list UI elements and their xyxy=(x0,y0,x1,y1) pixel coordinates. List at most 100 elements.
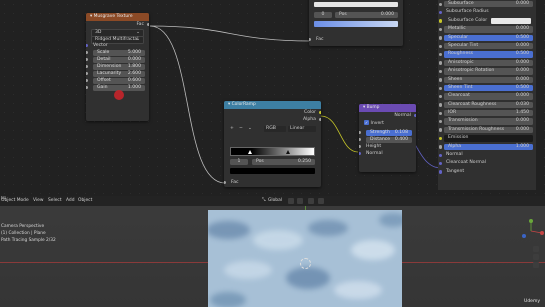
input-field[interactable]: Subsurface 0.000 xyxy=(444,1,533,8)
input-field[interactable]: Subsurface Color xyxy=(444,17,533,25)
bsdf-input-row[interactable]: Subsurface 0.000 xyxy=(438,0,536,8)
input-socket[interactable] xyxy=(439,78,443,82)
input-socket[interactable] xyxy=(86,71,88,76)
input-socket[interactable] xyxy=(439,170,443,174)
ramp-gradient-bar[interactable] xyxy=(314,21,398,27)
pan-icon[interactable] xyxy=(533,254,539,260)
stop-marker-0[interactable] xyxy=(248,150,252,154)
input-field[interactable]: IOR 1.450 xyxy=(444,110,533,117)
input-socket[interactable] xyxy=(439,61,443,65)
bsdf-input-row[interactable]: Specular Tint 0.000 xyxy=(438,42,536,50)
colorramp-node[interactable]: ▾ ColorRamp Color Alpha + − ⌄ RGB Linear… xyxy=(224,101,321,187)
bsdf-input-row[interactable]: Subsurface Color xyxy=(438,17,536,25)
bsdf-input-row[interactable]: IOR 1.450 xyxy=(438,109,536,117)
normal-output-socket[interactable] xyxy=(414,113,416,118)
principled-bsdf-panel[interactable]: Subsurface 0.000 Subsurface Radius Subsurfa… xyxy=(438,0,536,190)
musgrave-field[interactable]: Detail 0.000 xyxy=(86,56,149,63)
stop-index-field[interactable]: 1 xyxy=(230,158,248,165)
bump-field[interactable]: Strength 0.108 xyxy=(359,129,416,136)
bsdf-input-row[interactable]: Transmission Roughness 0.000 xyxy=(438,126,536,134)
input-socket[interactable] xyxy=(86,78,88,83)
stop-position-field[interactable]: Pos 0.250 xyxy=(252,158,315,165)
node-header[interactable]: ▾ Musgrave Texture xyxy=(86,13,149,21)
magnet-icon[interactable] xyxy=(308,198,314,204)
bsdf-input-row[interactable]: Emission xyxy=(438,134,536,142)
stop-color-swatch[interactable] xyxy=(230,168,315,174)
input-socket[interactable] xyxy=(439,153,443,158)
bsdf-input-row[interactable]: Sheen Tint 0.500 xyxy=(438,84,536,92)
input-field[interactable]: Clearcoat 0.000 xyxy=(444,93,533,100)
input-socket[interactable] xyxy=(439,27,443,32)
musgrave-texture-node[interactable]: ▾ Musgrave Texture Fac 3D ⌄ Ridged Multif… xyxy=(86,13,149,121)
input-socket[interactable] xyxy=(439,86,443,90)
input-field[interactable]: Emission xyxy=(444,135,533,142)
stop-index-field[interactable]: 0 xyxy=(314,11,332,18)
input-socket[interactable] xyxy=(439,94,443,99)
color-stop-swatch[interactable] xyxy=(314,2,398,7)
fac-input-socket[interactable] xyxy=(224,180,226,185)
input-socket[interactable] xyxy=(86,64,88,69)
3d-viewport[interactable]: Object Mode View Select Add Object ⤡ Glo… xyxy=(0,196,545,307)
input-socket[interactable] xyxy=(439,120,443,124)
height-socket[interactable] xyxy=(359,144,361,149)
input-socket[interactable] xyxy=(86,50,88,55)
bsdf-input-row[interactable]: Anisotropic Rotation 0.000 xyxy=(438,67,536,75)
bsdf-input-row[interactable]: Normal xyxy=(438,151,536,159)
musgrave-field[interactable]: Dimension 1.800 xyxy=(86,63,149,70)
node-editor[interactable]: ▾ Musgrave Texture Fac 3D ⌄ Ridged Multif… xyxy=(0,0,545,196)
input-socket[interactable] xyxy=(359,137,361,142)
bsdf-input-row[interactable]: Alpha 1.000 xyxy=(438,143,536,151)
bsdf-input-row[interactable]: Clearcoat 0.000 xyxy=(438,92,536,100)
zoom-icon[interactable] xyxy=(533,246,539,252)
dimension-select[interactable]: 3D ⌄ xyxy=(86,28,149,37)
input-field[interactable]: Transmission 0.000 xyxy=(444,118,533,125)
menu-add[interactable]: Add xyxy=(66,198,75,204)
orientation-icon[interactable]: ⤡ xyxy=(262,198,266,204)
menu-view[interactable]: View xyxy=(33,198,43,204)
node-header[interactable]: ▾ ColorRamp xyxy=(224,101,321,109)
input-field[interactable]: Metallic 0.000 xyxy=(444,26,533,33)
color-swatch[interactable] xyxy=(491,17,531,25)
bsdf-input-row[interactable]: Tangent xyxy=(438,168,536,176)
stop-position-field[interactable]: Pos 0.000 xyxy=(335,11,398,18)
bsdf-input-row[interactable]: Subsurface Radius xyxy=(438,8,536,16)
color-output-socket[interactable] xyxy=(319,110,321,115)
fac-input-socket[interactable] xyxy=(309,37,311,42)
input-socket[interactable] xyxy=(439,2,443,6)
input-socket[interactable] xyxy=(439,162,443,166)
node-header[interactable]: ▾ Bump xyxy=(359,104,416,112)
pivot-icon[interactable] xyxy=(288,198,294,204)
input-socket[interactable] xyxy=(439,36,443,40)
color-mode-select[interactable]: RGB xyxy=(264,126,286,132)
musgrave-field[interactable]: Lacunarity 2.600 xyxy=(86,70,149,77)
bsdf-input-row[interactable]: Roughness 0.500 xyxy=(438,50,536,58)
input-field[interactable]: Specular Tint 0.000 xyxy=(444,42,533,50)
ramp-gradient-bar[interactable] xyxy=(230,147,315,156)
input-field[interactable]: Alpha 1.000 xyxy=(444,143,533,151)
remove-stop-button[interactable]: − xyxy=(239,123,243,135)
invert-row[interactable]: ✓ Invert xyxy=(359,119,416,129)
bsdf-input-row[interactable]: Clearcoat Normal xyxy=(438,159,536,167)
input-socket[interactable] xyxy=(439,103,443,107)
input-socket[interactable] xyxy=(439,69,443,74)
stop-row[interactable]: 0 Pos 0.000 xyxy=(309,11,403,18)
musgrave-field[interactable]: Scale 5.000 xyxy=(86,49,149,56)
interpolation-select[interactable]: Linear xyxy=(288,126,316,132)
musgrave-field[interactable]: Offset 0.600 xyxy=(86,77,149,84)
chevron-down-icon[interactable]: ⌄ xyxy=(248,123,252,135)
bsdf-input-row[interactable]: Anisotropic 0.000 xyxy=(438,59,536,67)
add-stop-button[interactable]: + xyxy=(230,123,234,135)
invert-checkbox[interactable]: ✓ xyxy=(364,120,369,125)
alpha-output-socket[interactable] xyxy=(319,117,321,122)
bump-node[interactable]: ▾ Bump Normal ✓ Invert Strength 0.108 Dis… xyxy=(359,104,416,172)
bsdf-input-row[interactable]: Metallic 0.000 xyxy=(438,25,536,33)
vector-socket[interactable] xyxy=(86,43,88,48)
bump-field[interactable]: Distance 0.400 xyxy=(359,136,416,143)
snap-icon[interactable] xyxy=(297,198,303,204)
input-field[interactable]: Clearcoat Roughness 0.030 xyxy=(444,101,533,109)
bsdf-input-row[interactable]: Specular 0.500 xyxy=(438,34,536,42)
input-socket[interactable] xyxy=(439,136,443,141)
input-socket[interactable] xyxy=(86,57,88,62)
input-socket[interactable] xyxy=(439,111,443,116)
navigation-gizmo[interactable] xyxy=(518,218,544,244)
